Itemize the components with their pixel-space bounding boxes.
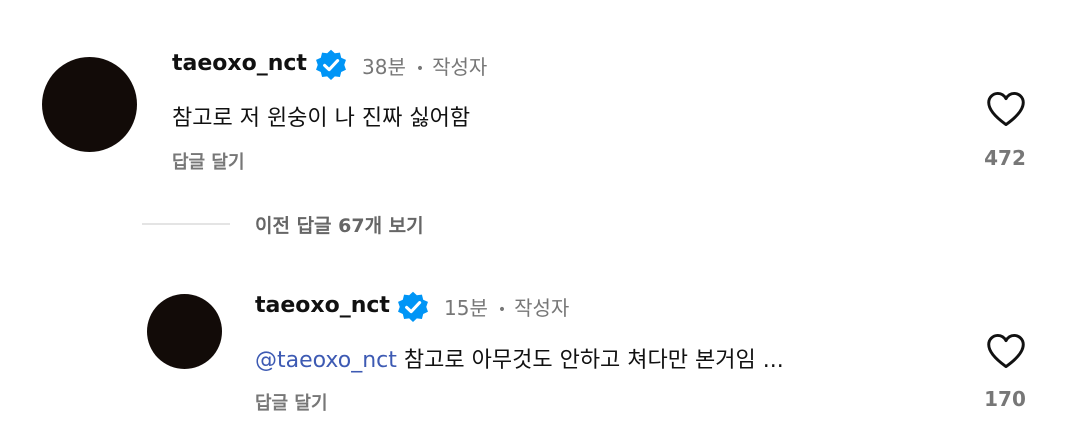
comment-body: 참고로 아무것도 안하고 쳐다만 본거임 ... (403, 348, 784, 373)
timestamp: 15분 (444, 296, 488, 320)
comment-text: @taeoxo_nct 참고로 아무것도 안하고 쳐다만 본거임 ... (255, 342, 784, 374)
verified-badge-icon (316, 49, 346, 80)
avatar[interactable] (147, 294, 222, 369)
meta-separator: • (415, 60, 425, 77)
thread-divider (142, 223, 230, 225)
view-previous-replies-label[interactable]: 이전 답글 67개 보기 (255, 211, 424, 238)
author-badge: 작성자 (432, 55, 488, 79)
timestamp: 38분 (362, 55, 406, 79)
reply-button[interactable]: 답글 달기 (255, 389, 328, 415)
comment-meta: 15분 • 작성자 (444, 292, 569, 321)
avatar[interactable] (42, 57, 137, 152)
like-count: 170 (984, 387, 1026, 411)
comment-thread: taeoxo_nct 38분 • 작성자 참고로 저 윈숭이 나 진짜 싫어함 답글… (0, 0, 1080, 447)
comment-text: 참고로 저 윈숭이 나 진짜 싫어함 (172, 100, 470, 132)
heart-outline-icon[interactable] (985, 90, 1027, 128)
author-badge: 작성자 (514, 296, 570, 320)
username[interactable]: taeoxo_nct (255, 293, 390, 318)
mention-link[interactable]: @taeoxo_nct (255, 348, 397, 373)
comment-body: 참고로 저 윈숭이 나 진짜 싫어함 (172, 106, 471, 131)
meta-separator: • (497, 301, 507, 318)
reply-button[interactable]: 답글 달기 (172, 148, 245, 174)
like-count: 472 (984, 146, 1026, 170)
username[interactable]: taeoxo_nct (172, 51, 307, 76)
verified-badge-icon (398, 291, 428, 322)
comment-meta: 38분 • 작성자 (362, 51, 487, 80)
heart-outline-icon[interactable] (985, 332, 1027, 370)
